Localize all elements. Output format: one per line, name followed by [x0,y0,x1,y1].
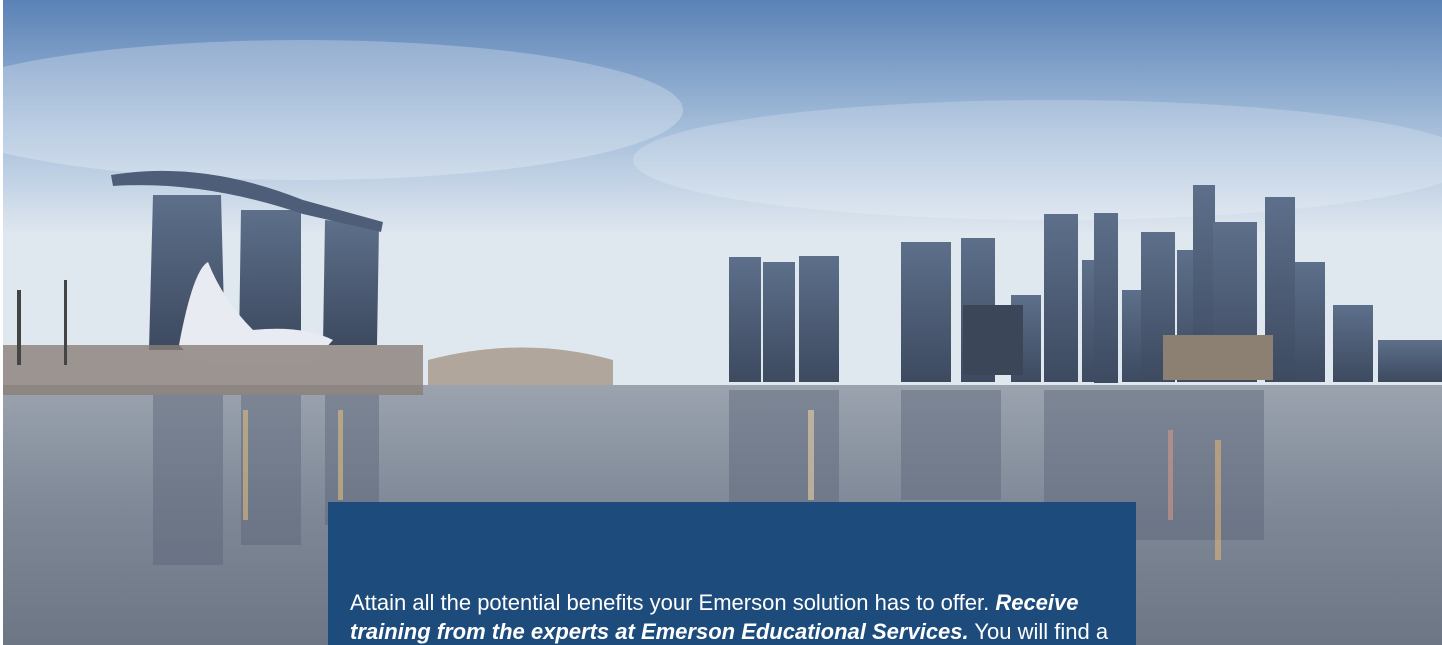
intro-paragraph: Attain all the potential benefits your E… [350,588,1120,645]
intro-panel: Attain all the potential benefits your E… [328,502,1136,645]
intro-text: Attain all the potential benefits your E… [350,590,996,615]
